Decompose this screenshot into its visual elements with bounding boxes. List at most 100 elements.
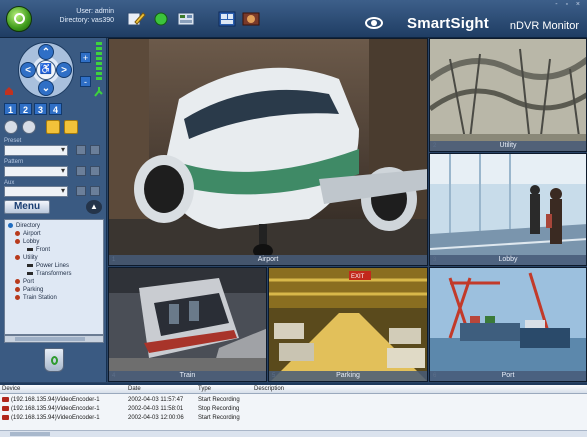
row-device: (192.168.135.94)VideoEncoder-1 [11, 415, 100, 421]
video-tile-utility[interactable]: 2 Utility [429, 38, 587, 152]
folder-icon[interactable] [46, 120, 60, 134]
home-icon[interactable] [4, 86, 14, 96]
preset-select[interactable] [4, 145, 68, 156]
preset-set-icon[interactable] [90, 145, 100, 155]
pattern-set-icon[interactable] [90, 166, 100, 176]
pattern-select[interactable] [4, 166, 68, 177]
aux-on-icon[interactable] [76, 186, 86, 196]
row-device: (192.168.135.94)VideoEncoder-1 [11, 397, 100, 403]
brand-subtitle: nDVR Monitor [509, 20, 579, 32]
iris-icon[interactable] [22, 120, 36, 134]
table-row[interactable]: (192.168.135.94)VideoEncoder-1 2002-04-0… [0, 396, 587, 404]
aux-off-icon[interactable] [90, 186, 100, 196]
row-type: Start Recording [198, 415, 240, 421]
preset-go-icon[interactable] [76, 145, 86, 155]
preset-4-button[interactable]: 4 [49, 103, 62, 115]
tile-label: Parking [269, 371, 427, 381]
pan-right-button[interactable]: > [56, 62, 72, 78]
video-tile-train[interactable]: 4 Train [108, 267, 267, 382]
row-date: 2002-04-03 11:58:01 [128, 406, 184, 412]
aux-select[interactable] [4, 186, 68, 197]
status-green-icon[interactable] [151, 10, 171, 28]
table-row[interactable]: (192.168.135.94)VideoEncoder-1 2002-04-0… [0, 405, 587, 413]
menu-button[interactable]: Menu [4, 200, 50, 214]
utility-feed-image [430, 39, 586, 151]
ptz-home-icon[interactable]: ♿ [36, 60, 56, 80]
col-date[interactable]: Date [128, 386, 141, 392]
power-orb-icon[interactable] [6, 6, 32, 32]
recycle-bin-icon[interactable] [44, 348, 64, 372]
tile-label: Port [430, 371, 586, 381]
user-label: User: admin [76, 8, 114, 15]
pan-up-button[interactable]: ⌃ [38, 44, 54, 60]
video-tile-parking[interactable]: EXIT 5 Parking [268, 267, 428, 382]
tile-label: Airport [109, 255, 427, 265]
airport-feed-image [109, 39, 427, 265]
header-bar: User: admin Directory: vas390 - ▫ × Smar… [0, 0, 587, 38]
edit-icon[interactable] [126, 10, 146, 28]
row-type: Start Recording [198, 397, 240, 403]
preset-1-button[interactable]: 1 [4, 103, 17, 115]
encoder-icon [2, 406, 9, 411]
row-device: (192.168.135.94)VideoEncoder-1 [11, 406, 100, 412]
video-tile-lobby[interactable]: 3 Lobby [429, 153, 587, 266]
tree-item-front[interactable]: Front [27, 247, 50, 253]
video-tile-airport[interactable]: 1 Airport [108, 38, 428, 266]
tree-item-lobby[interactable]: Lobby [15, 239, 39, 245]
brand-eye-icon [365, 17, 383, 29]
tree-item-transformers[interactable]: Transformers [27, 271, 71, 277]
pattern-go-icon[interactable] [76, 166, 86, 176]
parking-feed-image: EXIT [269, 268, 427, 381]
pan-down-button[interactable]: ⌄ [38, 80, 54, 96]
port-feed-image [430, 268, 586, 381]
train-feed-image [109, 268, 266, 381]
tree-item-airport[interactable]: Airport [15, 231, 41, 237]
layout-icon[interactable] [217, 10, 237, 28]
event-log-header: Device Date Type Description [0, 385, 587, 394]
zoom-in-button[interactable]: + [80, 52, 91, 63]
preset-buttons: 1234 [4, 100, 64, 118]
log-scrollbar[interactable] [0, 430, 587, 437]
brand-title: SmartSight [406, 15, 489, 32]
tree-item-utility[interactable]: Utility [15, 255, 38, 261]
row-date: 2002-04-03 11:57:47 [128, 397, 184, 403]
zoom-out-button[interactable]: - [80, 76, 91, 87]
tree-item-directory[interactable]: Directory [8, 223, 40, 229]
tree-item-port[interactable]: Port [15, 279, 34, 285]
tree-item-power-lines[interactable]: Power Lines [27, 263, 69, 269]
event-log: Device Date Type Description (192.168.13… [0, 383, 587, 437]
run-icon[interactable] [93, 86, 105, 98]
preset-label: Preset [4, 138, 22, 144]
encoder-icon [2, 415, 9, 420]
preset-2-button[interactable]: 2 [19, 103, 32, 115]
directory-label: Directory: vas390 [59, 17, 114, 24]
collapse-up-icon[interactable]: ▲ [86, 200, 102, 214]
app-window: User: admin Directory: vas390 - ▫ × Smar… [0, 0, 587, 437]
table-row[interactable]: (192.168.135.94)VideoEncoder-1 2002-04-0… [0, 414, 587, 422]
tree-item-train-station[interactable]: Train Station [15, 295, 57, 301]
row-type: Stop Recording [198, 406, 240, 412]
col-type[interactable]: Type [198, 386, 211, 392]
tile-label: Train [109, 371, 266, 381]
control-panel: ⌃ ⌄ < > ♿ + - 1234 Preset Pattern [0, 38, 107, 382]
col-description[interactable]: Description [254, 386, 284, 392]
focus-icon[interactable] [4, 120, 18, 134]
schedule-icon[interactable] [176, 10, 196, 28]
user-info: User: admin Directory: vas390 [44, 7, 114, 25]
exit-sign: EXIT [351, 274, 365, 280]
video-tile-port[interactable]: 6 Port [429, 267, 587, 382]
preset-3-button[interactable]: 3 [34, 103, 47, 115]
brand: SmartSight nDVR Monitor [365, 4, 579, 36]
tile-label: Lobby [430, 255, 586, 265]
encoder-icon [2, 397, 9, 402]
pan-left-button[interactable]: < [20, 62, 36, 78]
col-device[interactable]: Device [2, 386, 20, 392]
save-icon[interactable] [64, 120, 78, 134]
camera-view-icon[interactable] [241, 10, 261, 28]
zoom-level-indicator [96, 42, 102, 86]
control-row [4, 120, 82, 139]
directory-tree: Directory Airport Lobby Front Utility Po… [4, 219, 104, 335]
tree-scrollbar[interactable] [4, 335, 104, 343]
tree-item-parking[interactable]: Parking [15, 287, 43, 293]
lobby-feed-image [430, 154, 586, 265]
